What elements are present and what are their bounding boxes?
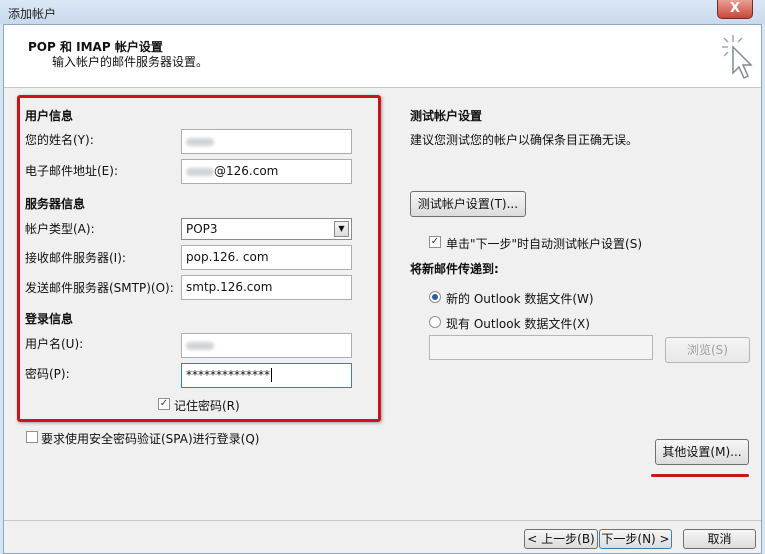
test-settings-heading: 测试帐户设置 <box>410 109 483 123</box>
existing-file-path-input[interactable] <box>429 335 653 360</box>
spa-label: 要求使用安全密码验证(SPA)进行登录(Q) <box>41 432 260 446</box>
test-account-button[interactable]: 测试帐户设置(T)... <box>410 191 526 217</box>
existing-data-file-radio[interactable] <box>429 316 441 328</box>
delivery-heading: 将新邮件传递到: <box>410 262 499 276</box>
cursor-sparkle-icon <box>722 35 753 80</box>
highlight-box <box>17 95 381 422</box>
close-button[interactable]: X <box>717 0 753 19</box>
new-data-file-radio[interactable] <box>429 291 441 303</box>
auto-test-label: 单击"下一步"时自动测试帐户设置(S) <box>446 237 643 251</box>
browse-button[interactable]: 浏览(S) <box>665 337 750 363</box>
window-title: 添加帐户 <box>8 7 57 21</box>
new-data-file-label: 新的 Outlook 数据文件(W) <box>446 292 594 306</box>
existing-data-file-label: 现有 Outlook 数据文件(X) <box>446 317 590 331</box>
footer-separator <box>4 520 761 521</box>
next-button[interactable]: 下一步(N) > <box>599 529 672 549</box>
spa-checkbox[interactable] <box>26 431 38 443</box>
title-bar <box>0 0 765 24</box>
auto-test-checkbox[interactable]: ✓ <box>429 236 441 248</box>
test-description: 建议您测试您的帐户以确保条目正确无误。 <box>410 133 639 147</box>
cancel-button[interactable]: 取消 <box>683 529 756 549</box>
more-settings-button[interactable]: 其他设置(M)... <box>655 439 749 465</box>
back-button[interactable]: < 上一步(B) <box>524 529 598 549</box>
highlight-underline <box>651 474 749 477</box>
page-subtitle: 输入帐户的邮件服务器设置。 <box>52 55 209 69</box>
